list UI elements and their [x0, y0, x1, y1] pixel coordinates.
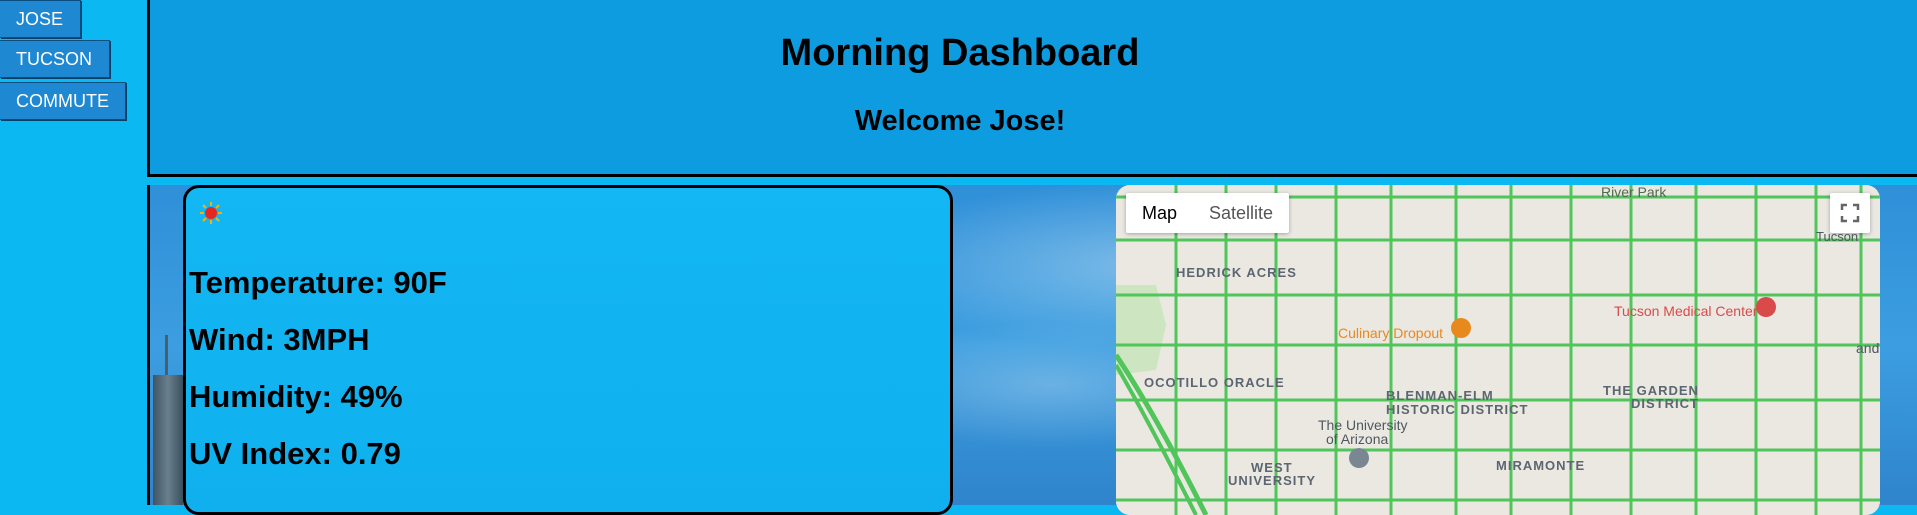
- nav-button-commute[interactable]: COMMUTE: [0, 82, 126, 120]
- map-poi-culinary-dropout[interactable]: Culinary Dropout: [1338, 325, 1443, 341]
- map-type-control: Map Satellite: [1126, 193, 1290, 233]
- map-view-button[interactable]: Map: [1126, 193, 1193, 233]
- fullscreen-icon: [1840, 203, 1860, 223]
- uv-index-text: UV Index: 0.79: [189, 436, 401, 471]
- restaurant-pin-icon[interactable]: [1451, 318, 1471, 338]
- map-label-river-park: River Park: [1601, 185, 1667, 200]
- welcome-message: Welcome Jose!: [854, 105, 1066, 137]
- map-label-and: and: [1856, 340, 1880, 356]
- map-label-blenman-elm: BLENMAN-ELM: [1386, 388, 1494, 403]
- background-building: [153, 335, 183, 505]
- map-label-hedrick-acres: HEDRICK ACRES: [1176, 265, 1297, 280]
- temperature-text: Temperature: 90F: [189, 265, 447, 300]
- map-label-district: DISTRICT: [1631, 396, 1699, 411]
- page-title: Morning Dashboard: [780, 32, 1140, 74]
- sun-icon: [200, 202, 222, 224]
- map-label-west-university: UNIVERSITY: [1228, 473, 1317, 488]
- university-pin-icon[interactable]: [1349, 448, 1369, 468]
- map-poi-tucson-medical-center[interactable]: Tucson Medical Center: [1614, 303, 1757, 319]
- map-widget[interactable]: Map Satellite River Park Tucson HEDRICK …: [1116, 185, 1880, 515]
- header: Morning Dashboard Welcome Jose!: [147, 0, 1917, 177]
- map-label-historic-district: HISTORIC DISTRICT: [1386, 402, 1529, 417]
- fullscreen-button[interactable]: [1830, 193, 1870, 233]
- wind-text: Wind: 3MPH: [189, 322, 370, 357]
- hospital-pin-icon[interactable]: [1756, 297, 1776, 317]
- humidity-text: Humidity: 49%: [189, 379, 403, 414]
- map-label-tucson: Tucson: [1816, 229, 1859, 244]
- map-label-miramonte: MIRAMONTE: [1496, 458, 1586, 473]
- nav-button-tucson[interactable]: TUCSON: [0, 40, 110, 78]
- satellite-view-button[interactable]: Satellite: [1193, 193, 1289, 233]
- weather-card: Temperature: 90F Wind: 3MPH Humidity: 49…: [183, 185, 953, 515]
- nav-button-jose[interactable]: JOSE: [0, 0, 81, 38]
- map-label-ocotillo-oracle: OCOTILLO ORACLE: [1144, 375, 1285, 390]
- map-label-of-arizona: of Arizona: [1326, 431, 1389, 447]
